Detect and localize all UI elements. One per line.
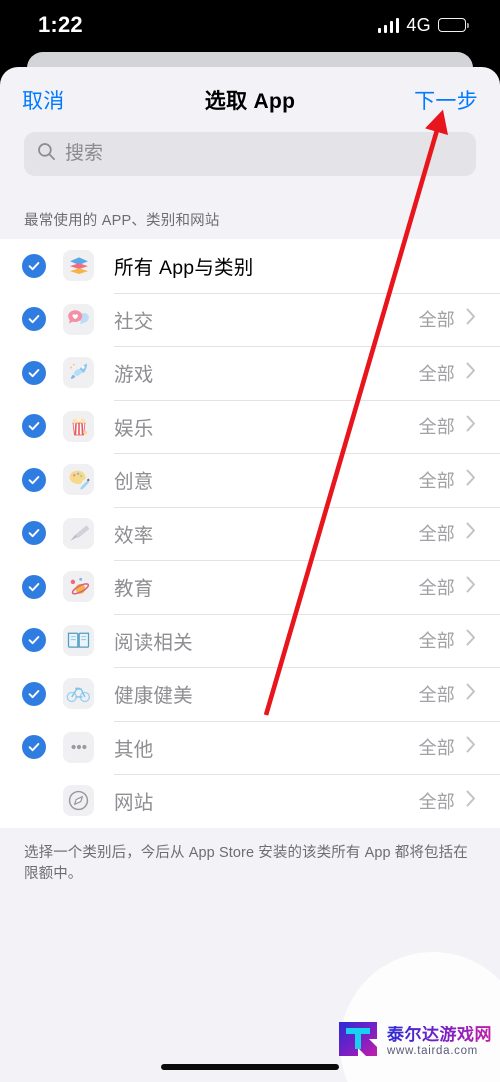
chevron-right-icon (466, 469, 476, 491)
chevron-right-icon (466, 362, 476, 384)
home-indicator[interactable] (161, 1064, 339, 1070)
list-item[interactable]: 教育 全部 (0, 560, 500, 614)
checkbox-checked-icon[interactable] (22, 467, 46, 492)
choose-app-sheet: 取消 选取 App 下一步 最常使用的 APP、类别和网站 (0, 67, 500, 1082)
list-item-label: 健康健美 (114, 685, 193, 708)
list-item-label: 游戏 (114, 364, 154, 387)
book-icon (63, 624, 94, 656)
chevron-right-icon (466, 415, 476, 437)
search-icon (37, 142, 56, 166)
list-item[interactable]: 所有 App与类别 (0, 239, 500, 293)
next-button[interactable]: 下一步 (414, 85, 478, 115)
list-item-value: 全部 (418, 310, 455, 331)
list-item-label: 效率 (114, 524, 154, 547)
rocket-icon (63, 357, 94, 389)
app-category-list: 所有 App与类别 社交 全部 游戏 全部 娱乐 全部 创意 全部 效率 全部 … (0, 239, 500, 828)
checkbox-unchecked-icon[interactable] (22, 789, 46, 813)
battery-icon (438, 18, 469, 32)
list-item-value: 全部 (418, 577, 455, 598)
compass-icon (63, 785, 94, 817)
status-bar: 1:22 4G (0, 0, 500, 50)
list-item-value: 全部 (418, 417, 455, 438)
list-item-label: 其他 (114, 738, 154, 761)
checkbox-checked-icon[interactable] (22, 253, 46, 278)
list-item-value: 全部 (418, 470, 455, 491)
list-item-value: 全部 (418, 738, 455, 759)
list-item-label: 所有 App与类别 (114, 257, 254, 280)
chevron-right-icon (466, 522, 476, 544)
search-container (0, 132, 500, 176)
list-item[interactable]: 娱乐 全部 (0, 399, 500, 453)
list-item[interactable]: 其他 全部 (0, 720, 500, 774)
list-item-value: 全部 (418, 631, 455, 652)
chat-heart-icon (63, 303, 94, 335)
list-item-label: 教育 (114, 578, 154, 601)
ellipsis-icon (63, 731, 94, 763)
chevron-right-icon (466, 790, 476, 812)
chevron-right-icon (466, 308, 476, 330)
checkbox-checked-icon[interactable] (22, 681, 46, 706)
list-item-label: 娱乐 (114, 417, 154, 440)
checkbox-checked-icon[interactable] (22, 735, 46, 760)
search-field[interactable] (24, 132, 476, 176)
footer-note: 选择一个类别后，今后从 App Store 安装的该类所有 App 都将包括在限… (24, 844, 468, 882)
sheet-header: 取消 选取 App 下一步 (0, 67, 500, 132)
list-item[interactable]: 社交 全部 (0, 292, 500, 346)
checkbox-checked-icon[interactable] (22, 521, 46, 546)
site-watermark: 泰尔达游戏网 www.tairda.com (324, 952, 500, 1082)
status-indicators: 4G (377, 14, 469, 36)
layers-icon (63, 250, 94, 282)
watermark-title: 泰尔达游戏网 (387, 1024, 492, 1044)
cancel-button[interactable]: 取消 (22, 85, 65, 115)
list-item[interactable]: 阅读相关 全部 (0, 613, 500, 667)
list-item[interactable]: 创意 全部 (0, 453, 500, 507)
list-item-label: 网站 (114, 792, 154, 815)
list-item[interactable]: 健康健美 全部 (0, 667, 500, 721)
checkbox-checked-icon[interactable] (22, 574, 46, 599)
checkbox-checked-icon[interactable] (22, 307, 46, 332)
list-item-value: 全部 (418, 684, 455, 705)
list-item-label: 阅读相关 (114, 631, 193, 654)
pen-nib-icon (63, 517, 94, 549)
chevron-right-icon (466, 736, 476, 758)
list-item-label: 社交 (114, 310, 154, 333)
section-header: 最常使用的 APP、类别和网站 (24, 213, 220, 229)
list-item[interactable]: 效率 全部 (0, 506, 500, 560)
list-item-value: 全部 (418, 524, 455, 545)
checkbox-checked-icon[interactable] (22, 628, 46, 653)
list-item-value: 全部 (418, 791, 455, 812)
list-item-label: 创意 (114, 471, 154, 494)
popcorn-icon (63, 410, 94, 442)
watermark-url: www.tairda.com (387, 1044, 478, 1057)
status-time: 1:22 (38, 12, 83, 37)
iphone-screen: 1:22 4G 取消 选取 App 下一步 搜索 最常使用的 APP、类别和网站… (0, 0, 500, 1082)
chevron-right-icon (466, 576, 476, 598)
checkbox-checked-icon[interactable] (22, 414, 46, 439)
planet-icon (63, 571, 94, 603)
tairda-logo-icon (336, 1019, 380, 1064)
list-item[interactable]: 网站 全部 (0, 774, 500, 828)
checkbox-checked-icon[interactable] (22, 360, 46, 385)
cellular-bars-icon (377, 17, 400, 33)
list-item-value: 全部 (418, 363, 455, 384)
search-input[interactable] (65, 143, 463, 165)
chevron-right-icon (466, 683, 476, 705)
palette-icon (63, 464, 94, 496)
network-type-label: 4G (406, 14, 431, 35)
chevron-right-icon (466, 629, 476, 651)
bicycle-icon (63, 678, 94, 710)
list-item[interactable]: 游戏 全部 (0, 346, 500, 400)
